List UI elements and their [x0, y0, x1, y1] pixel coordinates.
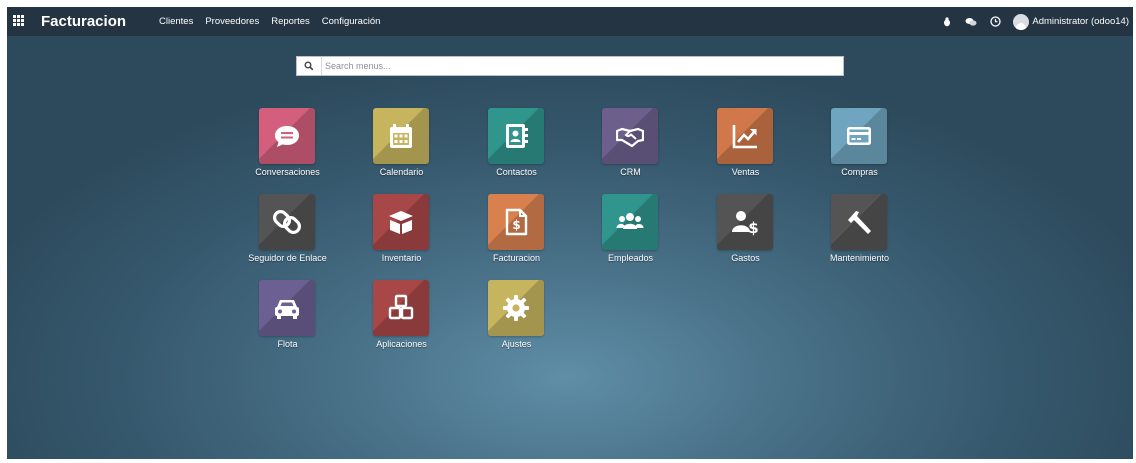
app-inventario[interactable]: Inventario	[344, 194, 459, 272]
app-flota[interactable]: Flota	[230, 280, 345, 358]
svg-text:$: $	[748, 219, 758, 236]
bug-icon[interactable]	[941, 16, 953, 28]
handshake-icon	[616, 127, 644, 148]
app-tile	[259, 108, 315, 164]
invoice-icon: $	[505, 208, 528, 236]
app-facturacion[interactable]: $ Facturacion	[459, 194, 574, 272]
app-tile	[831, 194, 887, 250]
users-icon	[616, 213, 644, 229]
app-contactos[interactable]: Contactos	[459, 108, 574, 186]
app-tile	[373, 194, 429, 250]
menu-item-proveedores[interactable]: Proveedores	[205, 16, 259, 27]
app-gastos[interactable]: $ Gastos	[688, 194, 803, 272]
link-icon	[273, 209, 301, 235]
app-label: Contactos	[496, 167, 537, 177]
app-tile	[259, 280, 315, 336]
gear-icon	[503, 295, 529, 321]
app-tile	[602, 108, 658, 164]
app-conversaciones[interactable]: Conversaciones	[230, 108, 345, 186]
app-label: Ventas	[731, 167, 760, 177]
apps-grid-icon[interactable]	[13, 15, 25, 27]
app-ventas[interactable]: Ventas	[688, 108, 803, 186]
user-dollar-icon: $	[732, 211, 759, 236]
search-bar	[296, 56, 845, 76]
app-tile	[373, 108, 429, 164]
app-tile	[602, 194, 658, 250]
chat-bubble-icon	[275, 126, 299, 147]
app-mantenimiento[interactable]: Mantenimiento	[802, 194, 917, 272]
credit-card-icon	[847, 127, 871, 145]
app-tile	[488, 280, 544, 336]
user-menu[interactable]: Administrator (odoo14)	[1032, 16, 1129, 27]
app-tile: $	[488, 194, 544, 250]
app-label: Mantenimiento	[829, 253, 890, 263]
systray: Administrator (odoo14)	[941, 7, 1133, 36]
app-empleados[interactable]: Empleados	[573, 194, 688, 272]
search-input[interactable]	[323, 57, 845, 75]
cubes-icon	[388, 294, 414, 320]
app-crm[interactable]: CRM	[573, 108, 688, 186]
app-label: Seguidor de Enlace	[248, 253, 327, 263]
box-icon	[389, 211, 413, 234]
main-menu: Clientes Proveedores Reportes Configurac…	[159, 7, 392, 36]
app-compras[interactable]: Compras	[802, 108, 917, 186]
app-calendario[interactable]: Calendario	[344, 108, 459, 186]
search-icon[interactable]	[297, 57, 322, 75]
app-aplicaciones[interactable]: Aplicaciones	[344, 280, 459, 358]
menu-item-configuracion[interactable]: Configuración	[322, 16, 381, 27]
app-seguidor-de-enlace[interactable]: Seguidor de Enlace	[230, 194, 345, 272]
avatar[interactable]	[1013, 13, 1030, 30]
app-tile	[831, 108, 887, 164]
chart-line-icon	[732, 125, 757, 149]
home-menu: Facturacion Clientes Proveedores Reporte…	[7, 7, 1133, 459]
app-tile	[717, 108, 773, 164]
chat-icon[interactable]	[965, 16, 977, 28]
app-label: Compras	[841, 167, 878, 177]
app-label: Aplicaciones	[376, 339, 427, 349]
app-label: Inventario	[381, 253, 422, 263]
address-book-icon	[506, 124, 528, 148]
app-label: Conversaciones	[255, 167, 320, 177]
app-tile	[488, 108, 544, 164]
app-label: CRM	[620, 167, 641, 177]
app-ajustes[interactable]: Ajustes	[459, 280, 574, 358]
app-tile: $	[717, 194, 773, 250]
app-brand[interactable]: Facturacion	[41, 13, 126, 30]
hammer-icon	[848, 211, 871, 234]
app-label: Calendario	[379, 167, 424, 177]
app-tile	[373, 280, 429, 336]
menu-item-clientes[interactable]: Clientes	[159, 16, 193, 27]
menu-item-reportes[interactable]: Reportes	[271, 16, 310, 27]
svg-text:$: $	[512, 218, 520, 232]
clock-icon[interactable]	[989, 16, 1001, 28]
calendar-icon	[390, 124, 412, 148]
car-icon	[275, 300, 299, 319]
app-tile	[259, 194, 315, 250]
app-label: Empleados	[607, 253, 654, 263]
app-label: Ajustes	[501, 339, 532, 349]
top-navbar: Facturacion Clientes Proveedores Reporte…	[7, 7, 1133, 36]
app-label: Flota	[277, 339, 298, 349]
app-label: Gastos	[731, 253, 760, 263]
app-label: Facturacion	[492, 253, 541, 263]
